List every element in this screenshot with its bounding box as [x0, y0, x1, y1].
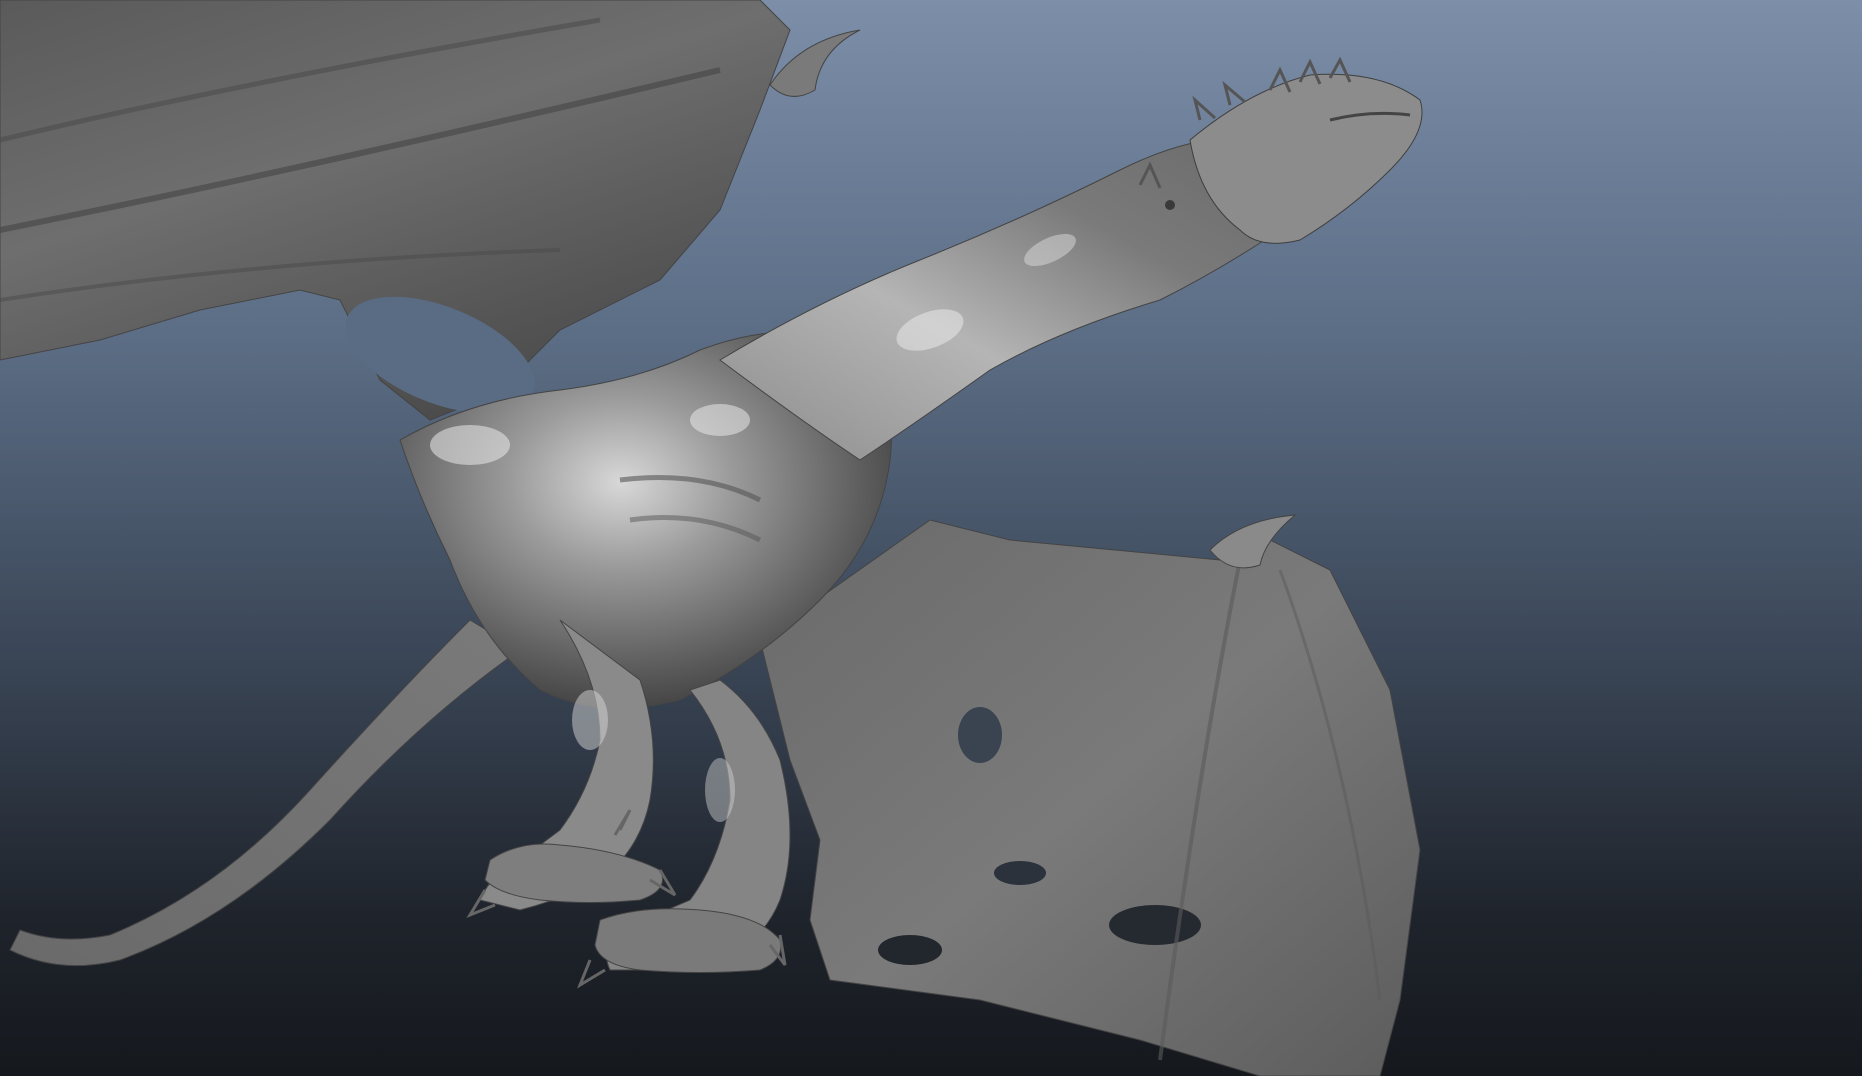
viewport-render[interactable]: [0, 0, 1862, 1076]
dragon-wing-lower: [759, 519, 1421, 1076]
wing-hole-lower-2: [994, 861, 1046, 885]
dragon-front-claws: [484, 843, 663, 903]
dragon-eye: [1165, 200, 1175, 210]
wing-hole-lower-4: [878, 935, 942, 965]
wing-hole-lower-3: [1109, 905, 1201, 945]
app-frame: [0, 0, 1862, 1080]
wing-hole-lower-1: [958, 707, 1002, 763]
dragon-neck: [719, 137, 1288, 461]
dragon-tail: [9, 619, 521, 967]
3d-viewport[interactable]: [0, 0, 1862, 1076]
